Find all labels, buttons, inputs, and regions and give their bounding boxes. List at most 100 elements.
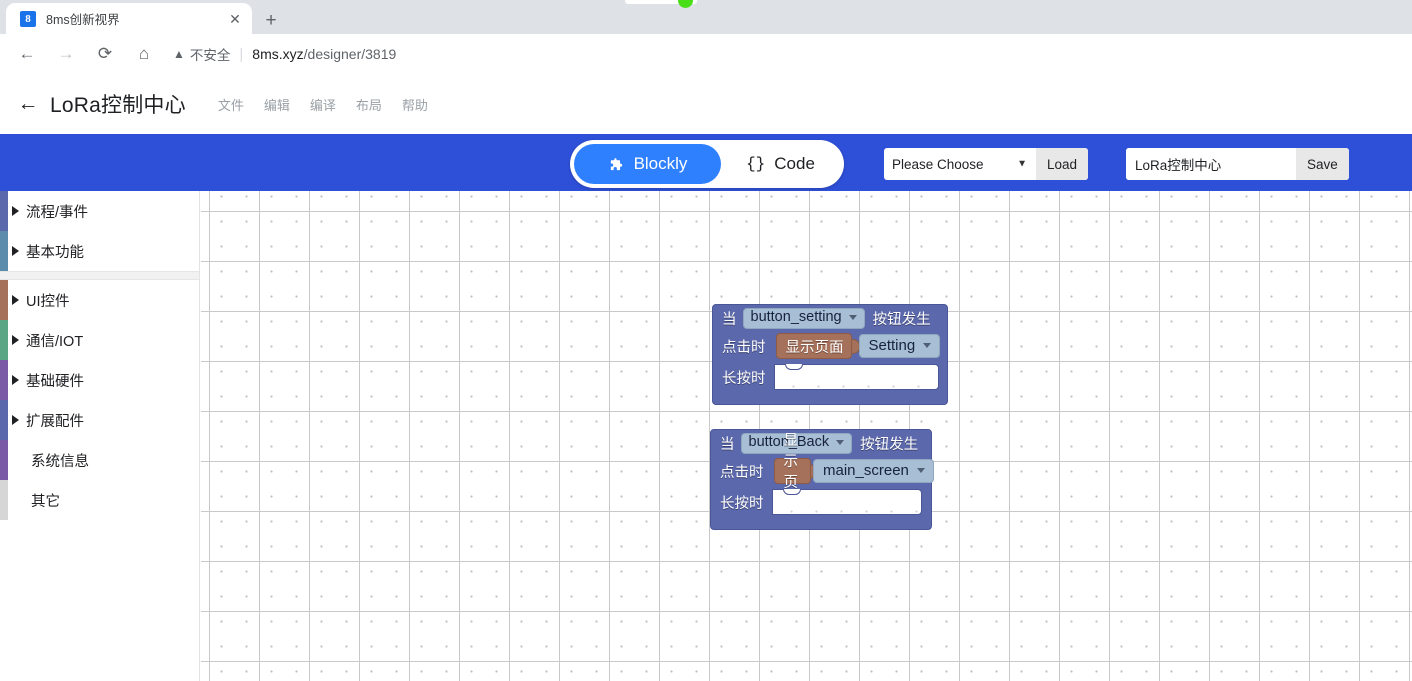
url-host: 8ms.xyz [252, 46, 304, 62]
sidebar-item-communication-iot[interactable]: 通信/IOT [0, 320, 199, 360]
category-group-1: 流程/事件 基本功能 [0, 191, 199, 271]
block-footer [713, 393, 947, 404]
sidebar-item-others[interactable]: 其它 [0, 480, 199, 520]
browser-tab-strip: 8 8ms创新视界 ✕ + [0, 0, 1412, 34]
block-row-longpress: 长按时 [713, 361, 947, 393]
event-block-button-back[interactable]: 当 button_Back 按钮发生 点击时 显示页面 main_screen … [710, 429, 934, 530]
show-page-block[interactable]: 显示页面 [773, 433, 812, 512]
target-dropdown-field[interactable]: button_setting [742, 307, 865, 329]
category-color-strip [0, 480, 8, 520]
home-icon[interactable]: ⌂ [127, 37, 161, 71]
overlay-floating-widget [625, 0, 697, 8]
browser-toolbar: ← → ⟳ ⌂ ▲ 不安全 | 8ms.xyz/designer/3819 [0, 34, 1412, 74]
project-name-input[interactable] [1126, 148, 1296, 180]
event-label: 按钮发生 [860, 436, 919, 453]
event-block-button-setting[interactable]: 当 button_setting 按钮发生 点击时 显示页面 Setting 长… [712, 304, 948, 405]
address-bar-url: 8ms.xyz/designer/3819 [252, 46, 396, 62]
category-color-strip [0, 191, 8, 231]
category-color-strip [0, 440, 8, 480]
sidebar-item-system-info[interactable]: 系统信息 [0, 440, 199, 480]
sidebar-divider [0, 271, 199, 280]
tab-code[interactable]: {} Code [721, 144, 840, 184]
category-color-strip [0, 400, 8, 440]
when-label: 当 [720, 436, 735, 453]
sidebar-item-label: 系统信息 [31, 453, 89, 470]
menu-bar: 文件 编辑 编译 布局 帮助 [212, 91, 434, 118]
block-row-onclick: 点击时 显示页面 main_screen [711, 433, 934, 512]
expand-triangle-icon [12, 415, 19, 425]
category-color-strip [0, 231, 8, 271]
sidebar-item-flow-events[interactable]: 流程/事件 [0, 191, 199, 231]
slot-notch [784, 364, 803, 370]
sidebar-item-label: 基础硬件 [26, 373, 84, 390]
expand-triangle-icon [12, 335, 19, 345]
address-bar[interactable]: ▲ 不安全 | 8ms.xyz/designer/3819 [173, 40, 1396, 68]
warning-triangle-icon: ▲ [173, 47, 185, 61]
show-page-block[interactable]: 显示页面 [775, 333, 852, 359]
longpress-label: 长按时 [720, 495, 764, 512]
menu-item-compile[interactable]: 编译 [304, 91, 342, 118]
block-row-onclick: 点击时 显示页面 Setting [713, 331, 947, 361]
slot-notch [782, 489, 801, 495]
when-label: 当 [722, 311, 737, 328]
menu-item-help[interactable]: 帮助 [396, 91, 434, 118]
project-select[interactable]: Please Choose [884, 156, 1036, 172]
category-color-strip [0, 320, 8, 360]
sidebar-item-label: 扩展配件 [26, 413, 84, 430]
sidebar-item-basic-hardware[interactable]: 基础硬件 [0, 360, 199, 400]
puzzle-piece-icon [608, 156, 625, 173]
blockly-workspace[interactable]: 当 button_setting 按钮发生 点击时 显示页面 Setting 长… [201, 191, 1412, 681]
sidebar-item-label: 其它 [31, 493, 60, 510]
page-title: LoRa控制中心 [50, 94, 186, 117]
block-footer [711, 518, 931, 529]
expand-triangle-icon [12, 375, 19, 385]
longpress-empty-slot[interactable] [773, 364, 939, 390]
browser-tab[interactable]: 8 8ms创新视界 ✕ [6, 3, 252, 34]
longpress-empty-slot[interactable] [771, 489, 922, 515]
chevron-down-icon [848, 315, 857, 320]
tab-blockly[interactable]: Blockly [574, 144, 721, 184]
page-dropdown-field[interactable]: main_screen [813, 459, 934, 483]
view-mode-switch: Blockly {} Code [570, 140, 844, 188]
menu-item-file[interactable]: 文件 [212, 91, 250, 118]
reload-icon[interactable]: ⟳ [88, 37, 122, 71]
page-dropdown-value: Setting [868, 337, 916, 354]
menu-item-layout[interactable]: 布局 [350, 91, 388, 118]
load-button[interactable]: Load [1036, 148, 1089, 180]
page-dropdown-value: main_screen [823, 462, 909, 479]
category-group-2: UI控件 通信/IOT 基础硬件 扩展配件 系统信息 其它 [0, 280, 199, 520]
page-dropdown-field[interactable]: Setting [858, 334, 941, 358]
url-path: /designer/3819 [303, 46, 397, 62]
app-header: ← LoRa控制中心 文件 编辑 编译 布局 帮助 [0, 74, 1412, 134]
forward-icon: → [57, 44, 75, 63]
chevron-down-icon [923, 343, 932, 348]
omnibox-divider: | [239, 45, 244, 63]
save-button[interactable]: Save [1296, 148, 1349, 180]
favicon-icon: 8 [20, 10, 36, 27]
inner-statement-group: 显示页面 Setting [775, 333, 941, 359]
back-icon[interactable]: ← [10, 37, 44, 71]
load-project-group: Please Choose ▼ Load [884, 148, 1089, 180]
menu-item-edit[interactable]: 编辑 [258, 91, 296, 118]
inner-statement-group: 显示页面 main_screen [773, 433, 934, 512]
onclick-label: 点击时 [720, 464, 764, 481]
new-tab-button[interactable]: + [258, 7, 284, 33]
tab-blockly-label: Blockly [633, 154, 688, 173]
show-page-label: 显示页面 [785, 339, 844, 356]
tab-code-label: Code [774, 154, 815, 173]
app-back-icon[interactable]: ← [14, 90, 42, 118]
expand-triangle-icon [12, 206, 19, 216]
sidebar-item-expansion-accessories[interactable]: 扩展配件 [0, 400, 199, 440]
sidebar-item-ui-widgets[interactable]: UI控件 [0, 280, 199, 320]
category-color-strip [0, 280, 8, 320]
save-project-group: Save [1126, 148, 1349, 180]
event-label: 按钮发生 [872, 311, 931, 328]
sidebar-item-label: UI控件 [26, 293, 70, 310]
chevron-down-icon [836, 440, 845, 445]
expand-triangle-icon [12, 295, 19, 305]
onclick-label: 点击时 [722, 339, 766, 356]
expand-triangle-icon [12, 246, 19, 256]
sidebar-item-label: 通信/IOT [26, 333, 84, 350]
close-icon[interactable]: ✕ [226, 10, 244, 28]
sidebar-item-basic-functions[interactable]: 基本功能 [0, 231, 199, 271]
